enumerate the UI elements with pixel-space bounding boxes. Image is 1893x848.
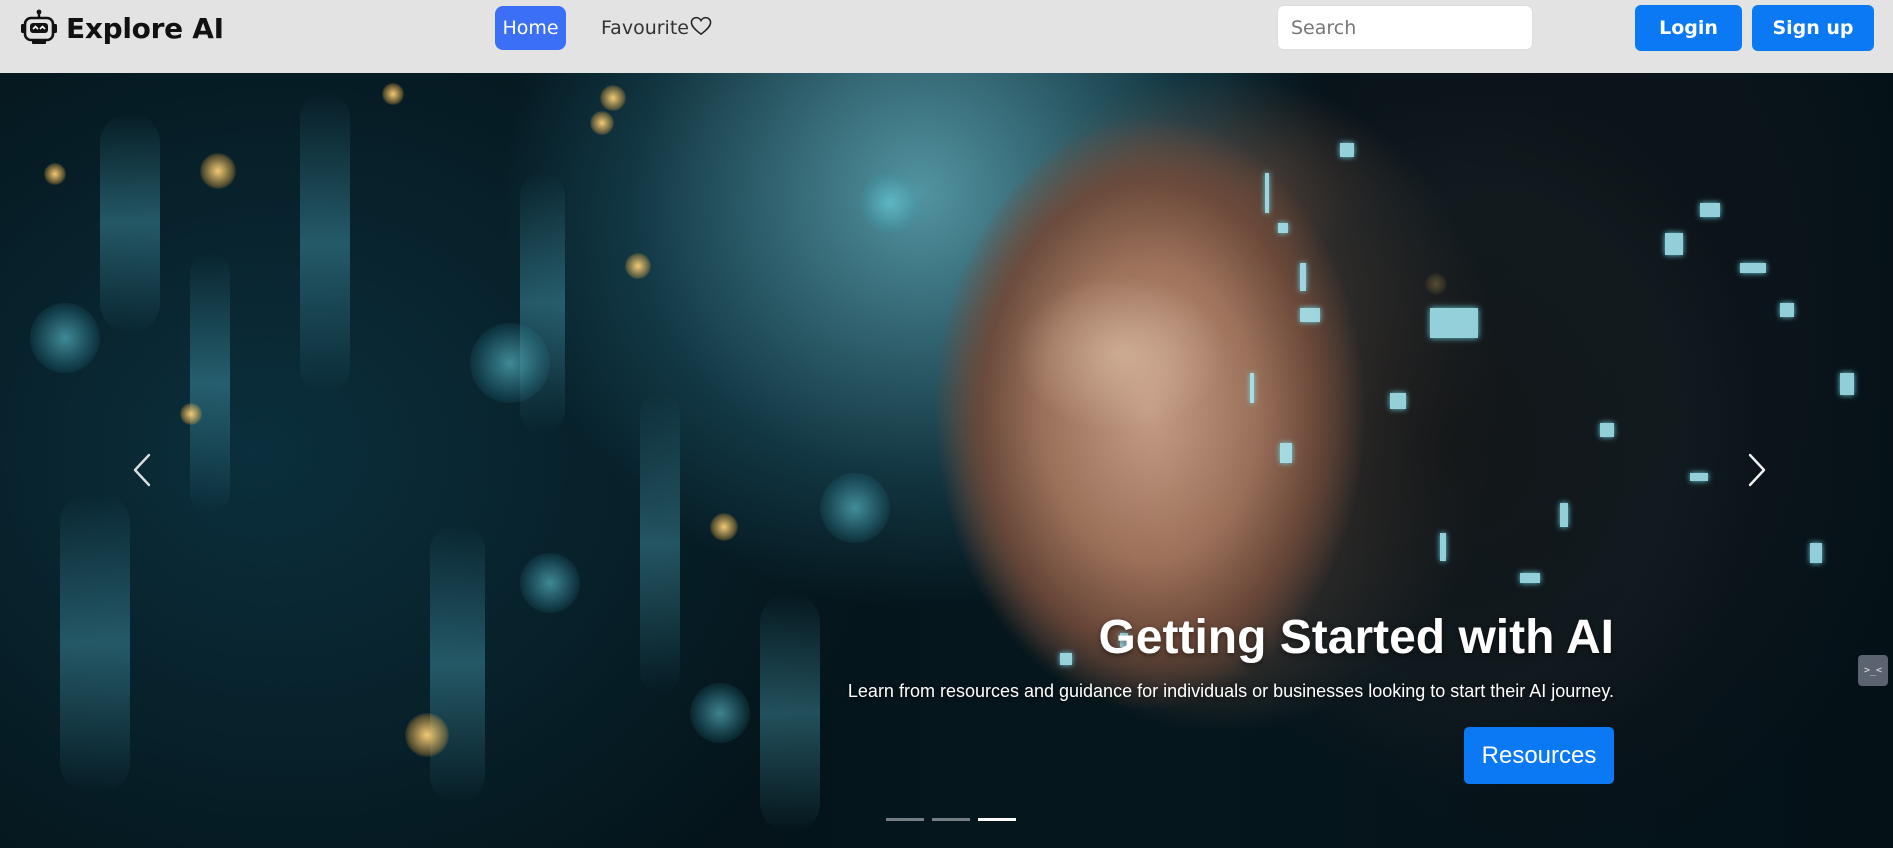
robot-icon [20,9,58,47]
brand-name: Explore AI [66,11,224,45]
hero-title: Getting Started with AI [1098,611,1614,664]
heart-icon [689,16,712,41]
favourite-label: Favourite [601,17,689,39]
brand[interactable]: Explore AI [20,6,224,50]
navbar: Explore AI Home Favourite Login Sign up [0,0,1893,73]
signup-button[interactable]: Sign up [1752,5,1874,51]
search-input[interactable] [1277,5,1533,50]
login-button[interactable]: Login [1635,5,1742,51]
chevron-left-icon [133,453,151,487]
carousel-next-button[interactable] [1740,445,1774,495]
hero-carousel: Getting Started with AI Learn from resou… [0,73,1893,848]
resources-button[interactable]: Resources [1464,727,1614,784]
nav-home-link[interactable]: Home [495,6,566,50]
carousel-indicator-2[interactable] [932,818,970,821]
nav-favourite-link[interactable]: Favourite [601,6,712,50]
carousel-indicator-1[interactable] [886,818,924,821]
chevron-right-icon [1748,453,1766,487]
carousel-indicator-3[interactable] [978,818,1016,821]
carousel-indicators [886,818,1016,821]
carousel-prev-button[interactable] [125,445,159,495]
side-widget-tab[interactable]: >_< [1858,655,1888,686]
hero-description: Learn from resources and guidance for in… [847,681,1614,701]
